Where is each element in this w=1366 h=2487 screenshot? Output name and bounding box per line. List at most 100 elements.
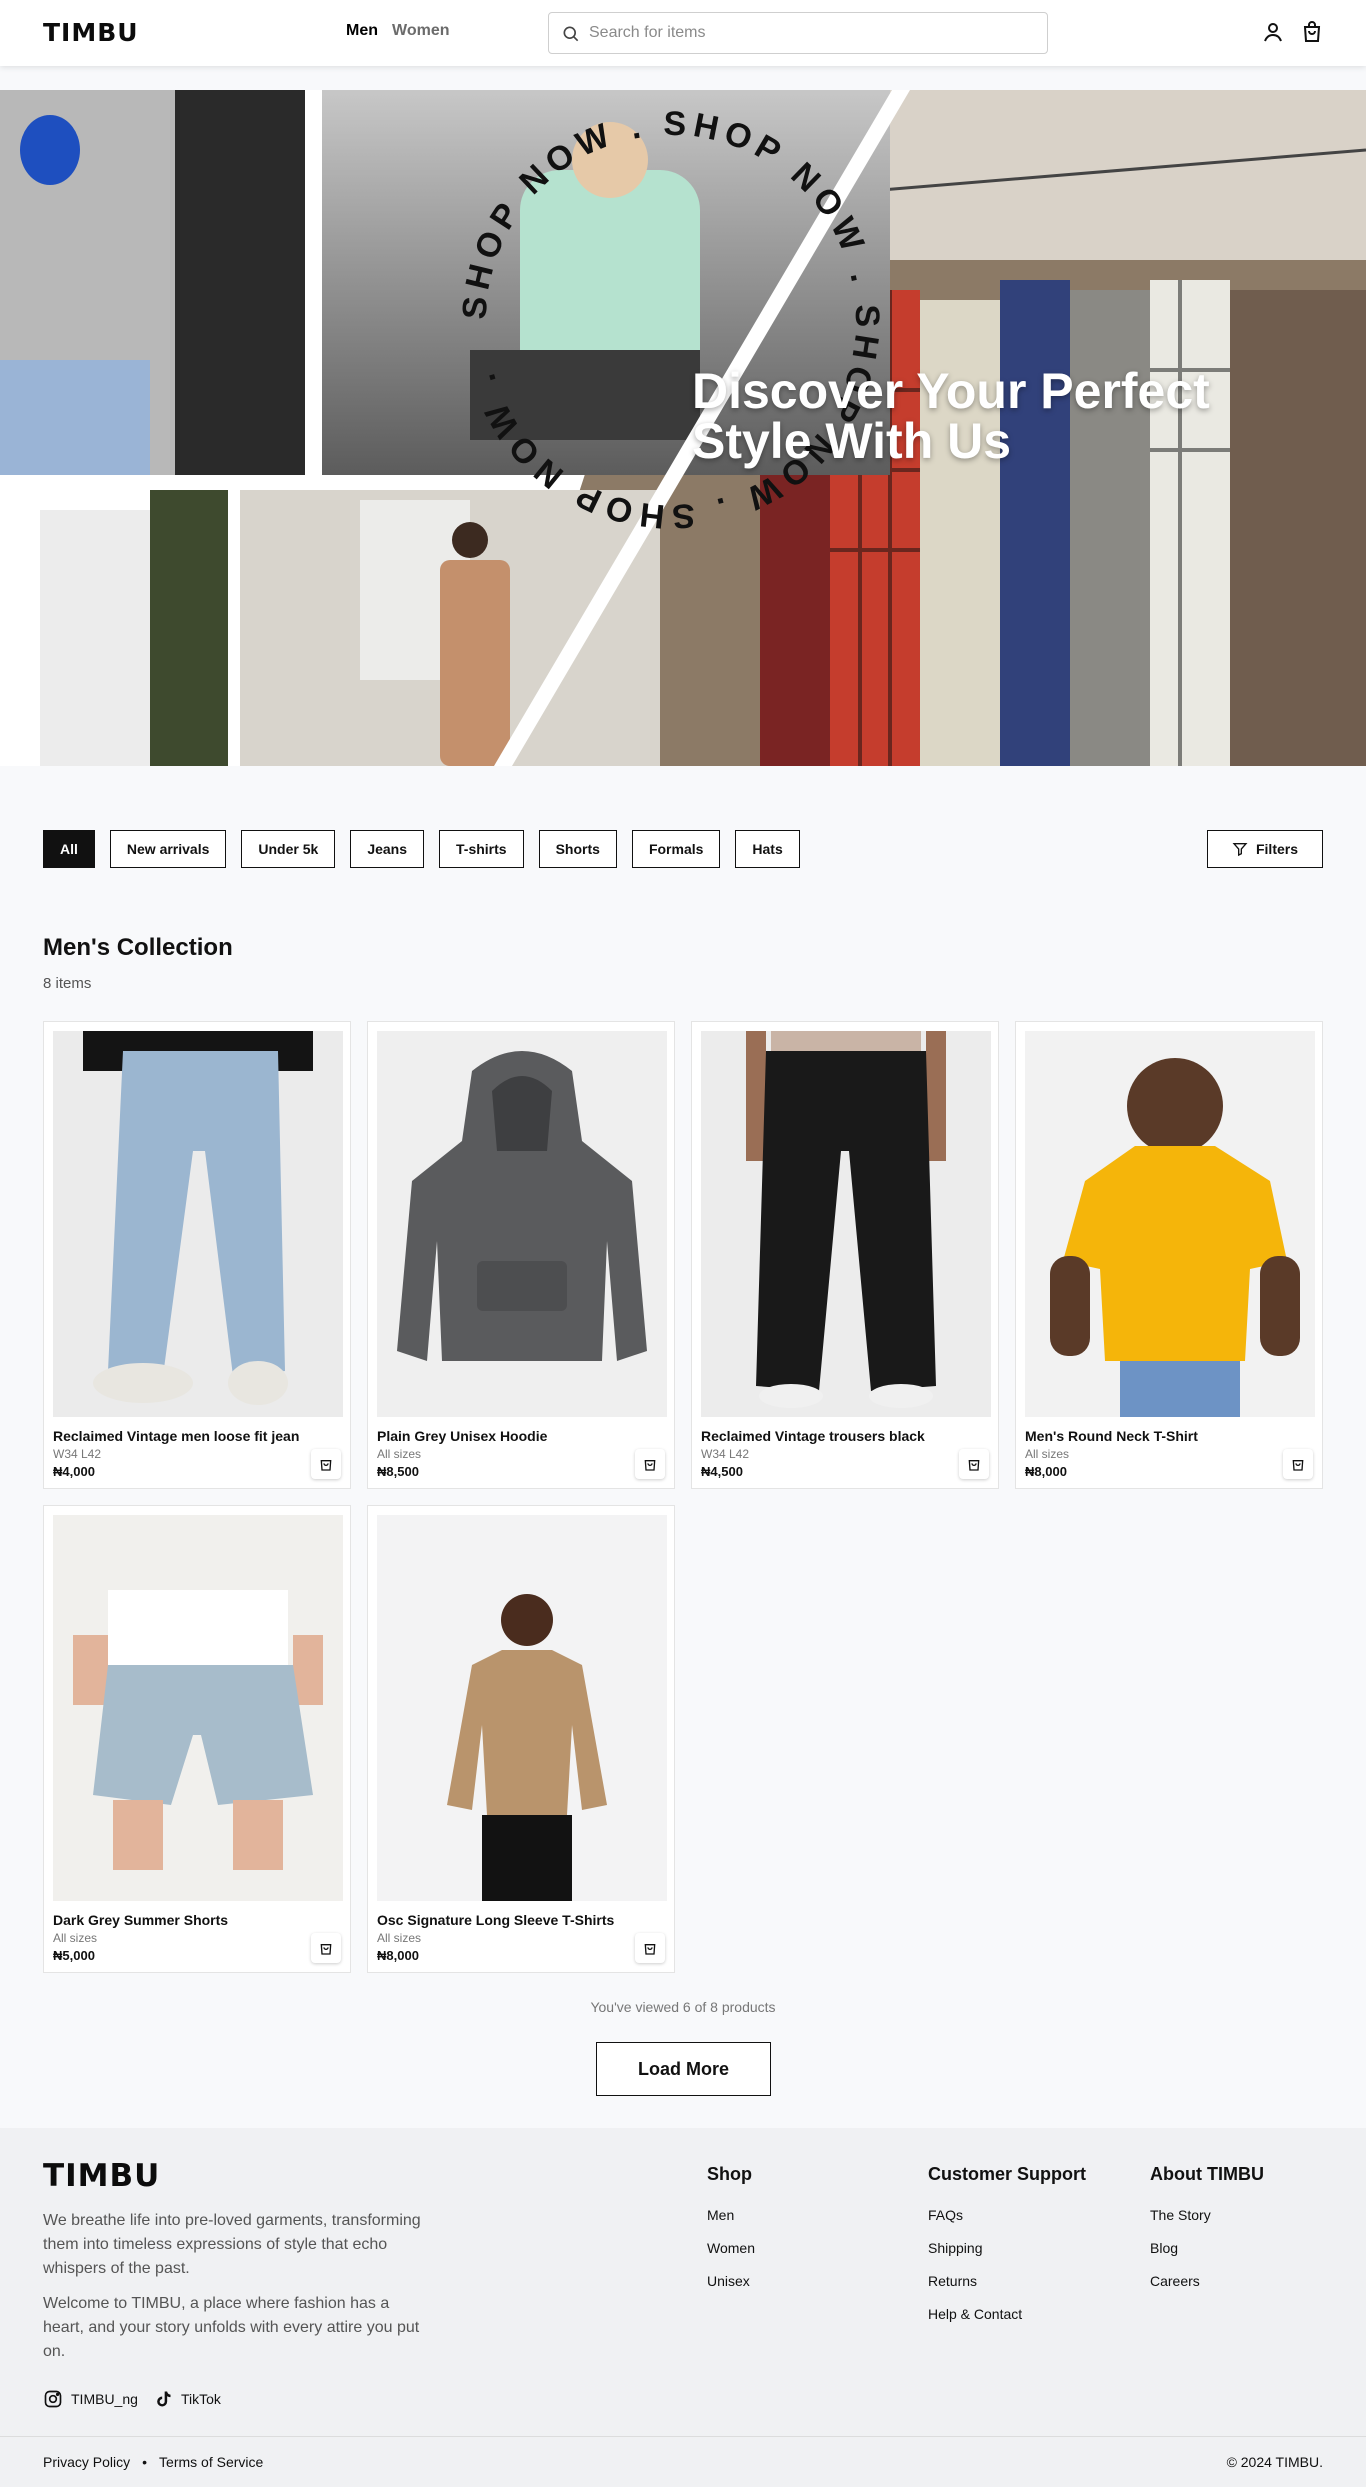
product-name[interactable]: Reclaimed Vintage men loose fit jean [53,1428,299,1444]
product-name[interactable]: Dark Grey Summer Shorts [53,1912,228,1928]
chip-new-arrivals[interactable]: New arrivals [109,830,227,868]
footer-col-title: About TIMBU [1150,2164,1264,2184]
chip-hats[interactable]: Hats [735,830,800,868]
product-card[interactable]: Reclaimed Vintage men loose fit jean W34… [43,1021,351,1489]
product-price: ₦5,000 [53,1948,95,1963]
cart-icon[interactable] [1300,20,1324,44]
add-to-bag-button[interactable] [635,1449,665,1479]
footer-link-careers[interactable]: Careers [1150,2273,1264,2289]
product-card[interactable]: Men's Round Neck T-Shirt All sizes ₦8,00… [1015,1021,1323,1489]
social-tiktok[interactable]: TikTok [153,2389,221,2409]
filter-icon [1232,843,1248,857]
product-name[interactable]: Plain Grey Unisex Hoodie [377,1428,547,1444]
footer-link-help[interactable]: Help & Contact [928,2306,1086,2322]
privacy-policy-link[interactable]: Privacy Policy [43,2454,130,2470]
collection-count: 8 items [43,975,92,992]
product-size: All sizes [377,1447,422,1461]
nav-women[interactable]: Women [392,22,449,40]
product-size: All sizes [1025,1447,1070,1461]
site-footer: TIMBU We breathe life into pre-loved gar… [0,2128,1366,2487]
category-chips: All New arrivals Under 5k Jeans T-shirts… [43,830,800,868]
search-icon [563,26,579,42]
product-price: ₦4,500 [701,1464,743,1479]
hero-banner: SHOP NOW . SHOP NOW . SHOP NOW . SHOP NO… [0,90,1366,766]
add-to-bag-button[interactable] [311,1933,341,1963]
footer-col-shop: Shop Men Women Unisex [707,2164,755,2306]
add-to-bag-button[interactable] [959,1449,989,1479]
product-card[interactable]: Plain Grey Unisex Hoodie All sizes ₦8,50… [367,1021,675,1489]
add-to-bag-button[interactable] [635,1933,665,1963]
viewed-count: You've viewed 6 of 8 products [590,1999,776,2015]
product-card[interactable]: Reclaimed Vintage trousers black W34 L42… [691,1021,999,1489]
footer-link-men[interactable]: Men [707,2207,755,2223]
footer-link-faqs[interactable]: FAQs [928,2207,1086,2223]
hero-title: Discover Your Perfect Style With Us [692,363,1210,469]
footer-link-women[interactable]: Women [707,2240,755,2256]
footer-link-unisex[interactable]: Unisex [707,2273,755,2289]
footer-link-returns[interactable]: Returns [928,2273,1086,2289]
footer-col-about: About TIMBU The Story Blog Careers [1150,2164,1264,2306]
collection-title: Men's Collection [43,934,233,961]
legal-separator: • [142,2454,148,2470]
product-name[interactable]: Men's Round Neck T-Shirt [1025,1428,1198,1444]
footer-col-support: Customer Support FAQs Shipping Returns H… [928,2164,1086,2339]
product-price: ₦4,000 [53,1464,95,1479]
product-name[interactable]: Reclaimed Vintage trousers black [701,1428,925,1444]
add-to-bag-button[interactable] [1283,1449,1313,1479]
user-icon[interactable] [1261,20,1285,44]
chip-jeans[interactable]: Jeans [350,830,425,868]
product-image[interactable] [1025,1031,1315,1417]
product-image[interactable] [53,1515,343,1901]
terms-link[interactable]: Terms of Service [159,2454,263,2470]
chip-formals[interactable]: Formals [631,830,721,868]
footer-link-blog[interactable]: Blog [1150,2240,1264,2256]
nav-men[interactable]: Men [346,22,378,40]
product-image[interactable] [53,1031,343,1417]
product-size: All sizes [377,1931,422,1945]
product-size: W34 L42 [701,1447,750,1461]
footer-link-story[interactable]: The Story [1150,2207,1264,2223]
footer-link-shipping[interactable]: Shipping [928,2240,1086,2256]
product-name[interactable]: Osc Signature Long Sleeve T-Shirts [377,1912,614,1928]
add-to-bag-button[interactable] [311,1449,341,1479]
main-nav: Men Women [346,22,449,40]
filters-button[interactable]: Filters [1207,830,1323,868]
chip-under-5k[interactable]: Under 5k [241,830,336,868]
product-size: W34 L42 [53,1447,102,1461]
footer-logo[interactable]: TIMBU [43,2158,160,2194]
product-card[interactable]: Osc Signature Long Sleeve T-Shirts All s… [367,1505,675,1973]
footer-welcome: Welcome to TIMBU, a place where fashion … [43,2295,420,2360]
footer-col-title: Shop [707,2164,752,2184]
product-image[interactable] [701,1031,991,1417]
site-header: TIMBU Men Women [0,0,1366,66]
bag-icon [644,1460,656,1471]
copyright: © 2024 TIMBU. [1226,2454,1323,2470]
filters-label: Filters [1255,841,1298,857]
instagram-icon [44,2390,62,2408]
logo[interactable]: TIMBU [43,18,139,47]
chip-all[interactable]: All [43,830,95,868]
product-card[interactable]: Dark Grey Summer Shorts All sizes ₦5,000 [43,1505,351,1973]
footer-divider [0,2436,1366,2437]
chip-t-shirts[interactable]: T-shirts [439,830,524,868]
bag-icon [644,1944,656,1955]
product-price: ₦8,000 [1025,1464,1067,1479]
chip-shorts[interactable]: Shorts [538,830,617,868]
tiktok-label: TikTok [181,2391,221,2407]
footer-tagline: We breathe life into pre-loved garments,… [43,2212,421,2277]
social-instagram[interactable]: TIMBU_ng [43,2389,138,2409]
product-image[interactable] [377,1031,667,1417]
search-bar [548,12,1048,54]
instagram-label: TIMBU_ng [71,2391,138,2407]
product-image[interactable] [377,1515,667,1901]
product-price: ₦8,000 [377,1948,419,1963]
bag-icon [968,1460,980,1471]
load-more-button[interactable]: Load More [596,2042,771,2096]
product-price: ₦8,500 [377,1464,419,1479]
product-size: All sizes [53,1931,98,1945]
footer-col-title: Customer Support [928,2164,1087,2184]
tiktok-icon [157,2391,171,2407]
bag-icon [320,1944,332,1955]
bag-icon [1292,1460,1304,1471]
search-input[interactable] [589,21,1029,45]
